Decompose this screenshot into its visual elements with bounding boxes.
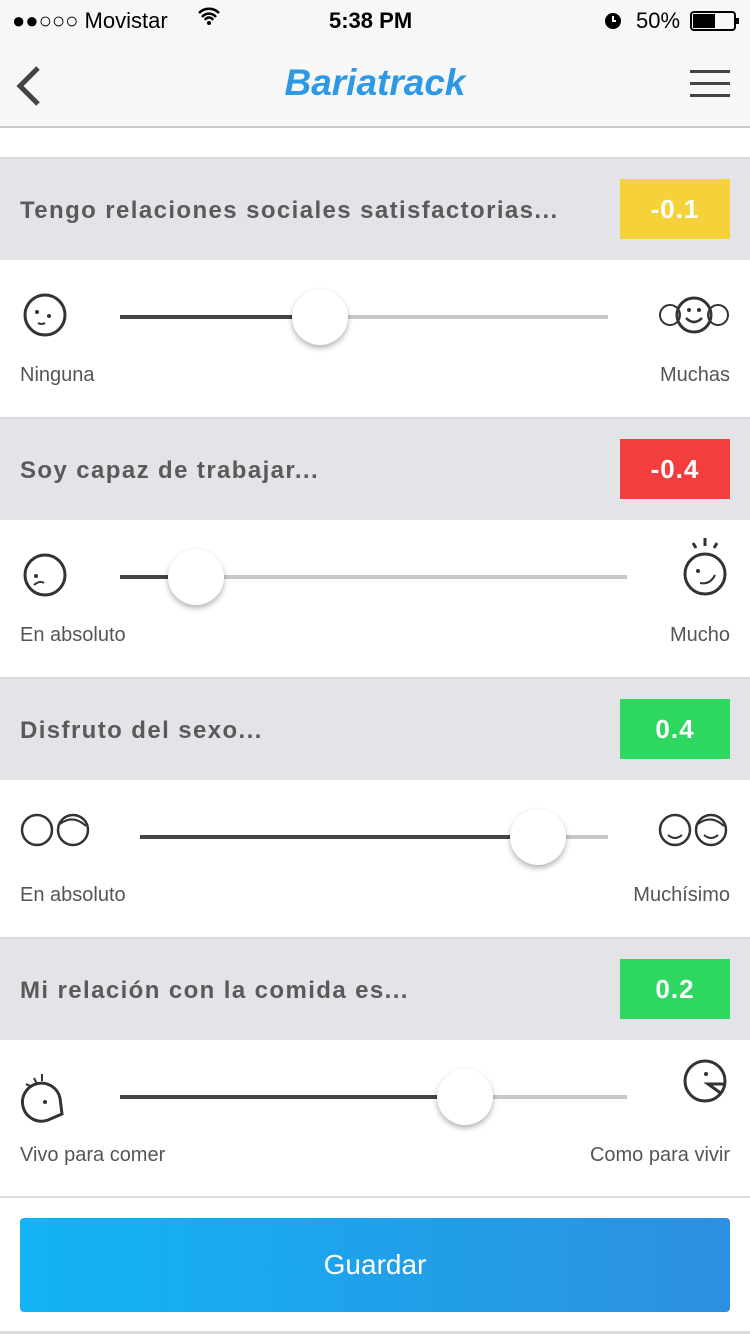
score-badge: 0.4 bbox=[620, 699, 730, 759]
slider-thumb[interactable] bbox=[436, 1069, 493, 1125]
slider-track[interactable] bbox=[120, 289, 608, 345]
question-slider-row: Ninguna Muchas bbox=[0, 260, 750, 417]
clock: 5:38 PM bbox=[329, 8, 413, 33]
question-header: Tengo relaciones sociales satisfactorias… bbox=[0, 157, 750, 260]
slider-thumb[interactable] bbox=[509, 809, 566, 865]
happy-couple-icon bbox=[658, 810, 730, 855]
question-section: Disfruto del sexo... 0.4 En absoluto Muc… bbox=[0, 677, 750, 937]
slider-thumb[interactable] bbox=[292, 289, 349, 345]
min-label: En absoluto bbox=[20, 624, 126, 646]
question-slider-row: En absoluto Mucho bbox=[0, 520, 750, 677]
battery-percent: 50% bbox=[636, 8, 681, 33]
wifi-icon bbox=[197, 6, 221, 32]
excited-face-icon bbox=[680, 536, 730, 601]
slider-thumb[interactable] bbox=[168, 549, 225, 605]
sad-face-icon bbox=[20, 290, 70, 345]
slider-track[interactable] bbox=[140, 809, 608, 865]
slider-fill bbox=[120, 315, 321, 319]
max-label: Como para vivir bbox=[589, 1144, 730, 1166]
divider bbox=[0, 1196, 750, 1198]
question-header: Disfruto del sexo... 0.4 bbox=[0, 677, 750, 780]
min-label: Ninguna bbox=[20, 364, 95, 386]
question-title: Disfruto del sexo... bbox=[20, 717, 263, 744]
slider-track[interactable] bbox=[120, 1069, 627, 1125]
status-bar: ●●○○○ Movistar 5:38 PM 50% bbox=[0, 0, 750, 40]
question-title: Tengo relaciones sociales satisfactorias… bbox=[20, 197, 559, 224]
carrier: ●●○○○ Movistar bbox=[12, 8, 168, 33]
menu-button[interactable] bbox=[690, 70, 730, 100]
score-badge: 0.2 bbox=[620, 959, 730, 1019]
min-label: Vivo para comer bbox=[20, 1144, 166, 1166]
question-section: Soy capaz de trabajar... -0.4 En absolut… bbox=[0, 417, 750, 677]
alarm-icon bbox=[603, 9, 623, 37]
max-label: Muchas bbox=[659, 364, 730, 386]
question-header: Soy capaz de trabajar... -0.4 bbox=[0, 417, 750, 520]
slider-track[interactable] bbox=[120, 549, 627, 605]
slider-fill bbox=[120, 1095, 465, 1099]
question-header: Mi relación con la comida es... 0.2 bbox=[0, 937, 750, 1040]
app-title: Bariatrack bbox=[284, 62, 466, 103]
battery-icon bbox=[690, 11, 740, 37]
max-label: Muchísimo bbox=[633, 884, 730, 906]
pacman-eating-icon bbox=[20, 1070, 70, 1139]
question-section: Mi relación con la comida es... 0.2 Vivo… bbox=[0, 937, 750, 1197]
bored-face-icon bbox=[20, 550, 70, 605]
question-title: Mi relación con la comida es... bbox=[20, 977, 409, 1004]
happy-group-icon bbox=[658, 290, 730, 345]
question-slider-row: En absoluto Muchísimo bbox=[0, 780, 750, 937]
question-section: Tengo relaciones sociales satisfactorias… bbox=[0, 157, 750, 417]
save-button[interactable]: Guardar bbox=[20, 1218, 730, 1312]
score-badge: -0.1 bbox=[620, 179, 730, 239]
sad-couple-icon bbox=[20, 810, 92, 855]
score-badge: -0.4 bbox=[620, 439, 730, 499]
question-title: Soy capaz de trabajar... bbox=[20, 457, 320, 484]
slider-fill bbox=[140, 835, 538, 839]
nav-bar: Bariatrack bbox=[0, 40, 750, 128]
min-label: En absoluto bbox=[20, 884, 126, 906]
question-slider-row: Vivo para comer Como para vivir bbox=[0, 1040, 750, 1197]
pacman-closed-icon bbox=[680, 1056, 730, 1111]
max-label: Mucho bbox=[669, 624, 730, 646]
